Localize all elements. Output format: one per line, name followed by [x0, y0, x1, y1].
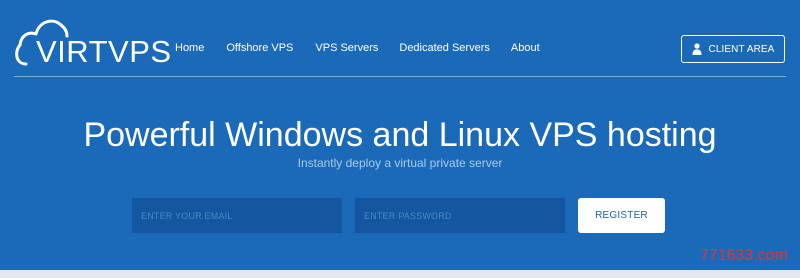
nav-item-home[interactable]: Home	[175, 41, 204, 55]
hero-subtitle: Instantly deploy a virtual private serve…	[297, 156, 503, 170]
hero-title: Powerful Windows and Linux VPS hosting	[83, 116, 717, 154]
password-field[interactable]	[355, 198, 565, 233]
page: VIRTVPS Home Offshore VPS VPS Servers De…	[0, 0, 800, 278]
watermark: 771633.com	[699, 247, 788, 264]
user-icon	[692, 43, 702, 55]
register-button[interactable]: REGISTER	[578, 198, 665, 233]
client-area-button[interactable]: CLIENT AREA	[681, 35, 785, 63]
email-field[interactable]	[132, 198, 342, 233]
nav-item-offshore-vps[interactable]: Offshore VPS	[226, 41, 293, 55]
main-nav: Home Offshore VPS VPS Servers Dedicated …	[175, 41, 540, 55]
logo-text: VIRTVPS	[36, 34, 172, 69]
client-area-label: CLIENT AREA	[708, 43, 775, 55]
bottom-strip	[0, 270, 800, 278]
header-divider	[14, 76, 786, 77]
logo[interactable]: VIRTVPS	[12, 12, 171, 69]
nav-item-vps-servers[interactable]: VPS Servers	[315, 41, 378, 55]
nav-item-about[interactable]: About	[511, 41, 540, 55]
nav-item-dedicated-servers[interactable]: Dedicated Servers	[399, 41, 490, 55]
